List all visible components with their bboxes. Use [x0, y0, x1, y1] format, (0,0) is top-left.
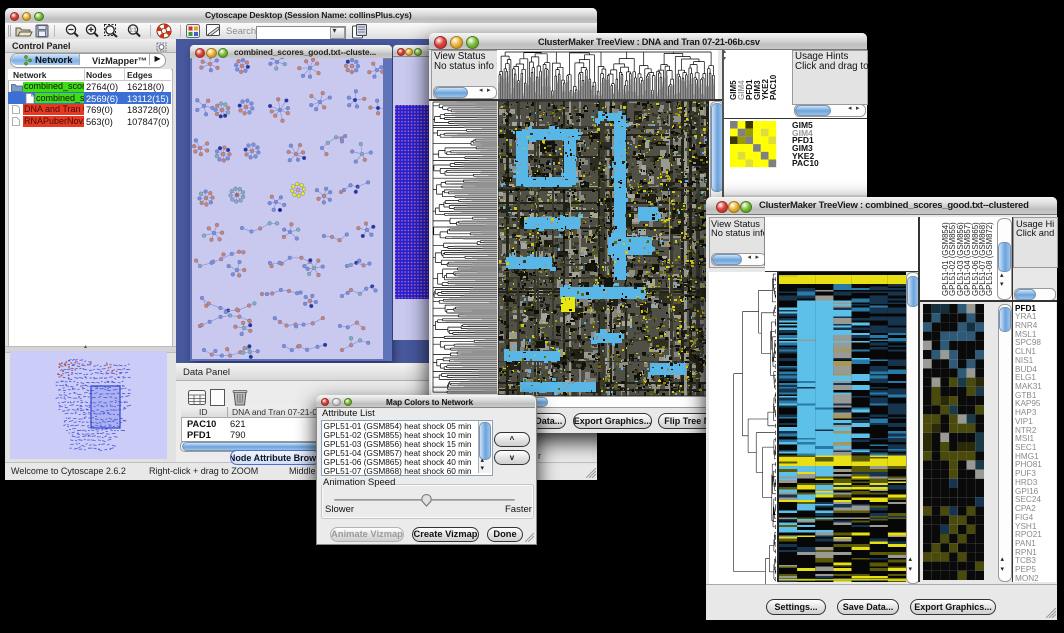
svg-text:1:1: 1:1 [130, 28, 137, 34]
